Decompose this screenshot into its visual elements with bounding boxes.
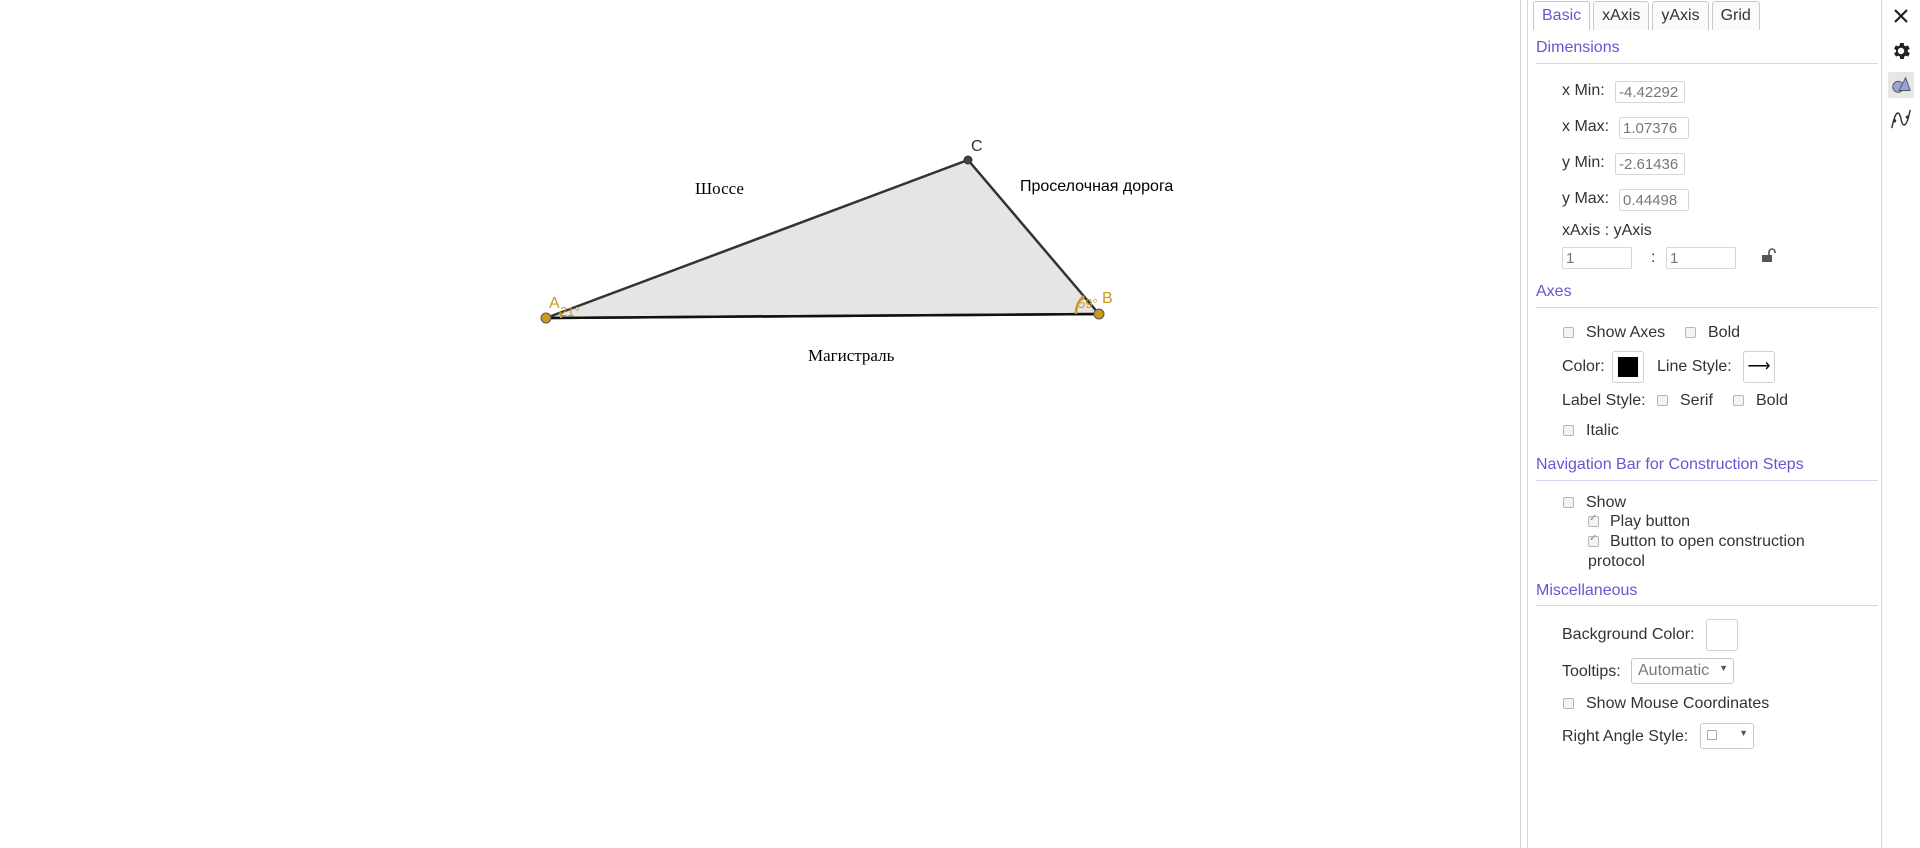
- tab-basic[interactable]: Basic: [1533, 1, 1591, 30]
- serif-checkbox[interactable]: [1657, 395, 1668, 406]
- section-misc-title: Miscellaneous: [1536, 582, 1638, 599]
- graphics-icon: [1892, 76, 1911, 93]
- close-icon: [1894, 9, 1908, 23]
- section-divider: [1536, 605, 1878, 606]
- close-button[interactable]: [1888, 3, 1914, 29]
- tooltips-dropdown[interactable]: Automatic ▼: [1631, 658, 1734, 684]
- geogebra-app: A B C 21° 59° Шоссе Проселочная дорога М…: [0, 0, 1920, 848]
- right-angle-value: □: [1707, 727, 1717, 744]
- italic-label: Italic: [1586, 422, 1619, 439]
- gear-icon: [1894, 43, 1910, 59]
- xmax-input[interactable]: [1619, 117, 1689, 139]
- settings-button[interactable]: [1888, 38, 1914, 64]
- angle-label-a: 21°: [560, 304, 580, 319]
- open-protocol-label-2: protocol: [1588, 553, 1645, 570]
- algebra-icon: [1891, 109, 1911, 129]
- text-main-road[interactable]: Магистраль: [808, 346, 895, 365]
- angle-label-b: 59°: [1078, 296, 1098, 311]
- tab-xaxis[interactable]: xAxis: [1593, 1, 1650, 30]
- ratio-y-input[interactable]: [1666, 247, 1736, 269]
- section-divider: [1536, 307, 1878, 308]
- tooltips-value: Automatic: [1638, 662, 1710, 679]
- point-c[interactable]: [963, 155, 973, 165]
- label-bold-checkbox[interactable]: [1733, 395, 1744, 406]
- mouse-coords-label: Show Mouse Coordinates: [1586, 695, 1770, 712]
- axis-ratio-label: xAxis : yAxis: [1562, 222, 1652, 239]
- line-style-label: Line Style:: [1657, 358, 1732, 375]
- axes-color-swatch[interactable]: [1612, 351, 1644, 383]
- show-axes-label: Show Axes: [1586, 324, 1666, 341]
- play-button-checkbox[interactable]: [1588, 513, 1599, 527]
- xmin-label: x Min:: [1562, 82, 1605, 99]
- section-divider: [1536, 63, 1878, 64]
- right-angle-dropdown[interactable]: □ ▼: [1700, 723, 1754, 749]
- dropdown-arrow-icon: ▼: [1739, 728, 1748, 738]
- triangle-polygon[interactable]: [545, 158, 1102, 320]
- ratio-separator: :: [1651, 249, 1656, 266]
- mouse-coords-checkbox[interactable]: [1563, 698, 1574, 709]
- ymax-input[interactable]: [1619, 189, 1689, 211]
- tooltips-label: Tooltips:: [1562, 663, 1621, 680]
- ratio-x-input[interactable]: [1562, 247, 1632, 269]
- axes-bold-label: Bold: [1708, 324, 1741, 341]
- navbar-show-label: Show: [1586, 494, 1627, 511]
- axes-color-label: Color:: [1562, 358, 1605, 375]
- ymin-input[interactable]: [1615, 153, 1685, 175]
- algebra-settings-button[interactable]: [1888, 106, 1914, 132]
- properties-tabs: Basic xAxis yAxis Grid: [1533, 1, 1763, 31]
- axes-color-fill: [1618, 357, 1638, 377]
- play-button-label: Play button: [1610, 513, 1691, 530]
- tab-yaxis[interactable]: yAxis: [1652, 1, 1709, 30]
- section-divider: [1536, 480, 1878, 481]
- point-label-c: C: [971, 138, 983, 155]
- serif-label: Serif: [1680, 392, 1713, 409]
- section-dimensions-title: Dimensions: [1536, 39, 1620, 56]
- panel-splitter[interactable]: [1520, 0, 1528, 848]
- point-a[interactable]: [540, 312, 552, 324]
- unlock-icon[interactable]: [1760, 247, 1776, 268]
- label-bold-label: Bold: [1756, 392, 1789, 409]
- axes-bold-checkbox[interactable]: [1685, 327, 1696, 338]
- label-style-label: Label Style:: [1562, 392, 1646, 409]
- right-angle-label: Right Angle Style:: [1562, 728, 1689, 745]
- xmax-label: x Max:: [1562, 118, 1610, 135]
- graphics-settings-button[interactable]: [1888, 72, 1914, 98]
- properties-sidebar: [1882, 0, 1920, 848]
- open-protocol-label: Button to open construction: [1610, 533, 1805, 550]
- bg-color-label: Background Color:: [1562, 626, 1695, 643]
- ymax-label: y Max:: [1562, 190, 1610, 207]
- point-label-a: A: [549, 295, 560, 312]
- graphics-view[interactable]: A B C 21° 59° Шоссе Проселочная дорога М…: [0, 0, 1520, 848]
- dropdown-arrow-icon: ▼: [1719, 663, 1728, 673]
- graphics-canvas[interactable]: A B C 21° 59° Шоссе Проселочная дорога М…: [0, 0, 1520, 848]
- point-label-b: B: [1102, 290, 1113, 307]
- text-highway[interactable]: Шоссе: [695, 179, 744, 198]
- italic-checkbox[interactable]: [1563, 425, 1574, 436]
- ymin-label: y Min:: [1562, 154, 1605, 171]
- bg-color-fill: [1712, 625, 1732, 645]
- tab-grid[interactable]: Grid: [1711, 1, 1760, 30]
- show-axes-checkbox[interactable]: [1563, 327, 1574, 338]
- line-style-button[interactable]: ⟶: [1743, 351, 1775, 383]
- xmin-input[interactable]: [1615, 81, 1685, 103]
- text-dirt-road[interactable]: Проселочная дорога: [1020, 178, 1173, 195]
- open-protocol-checkbox[interactable]: [1588, 533, 1599, 547]
- navbar-show-checkbox[interactable]: [1563, 497, 1574, 508]
- bg-color-swatch[interactable]: [1706, 619, 1738, 651]
- section-navbar-title: Navigation Bar for Construction Steps: [1536, 456, 1804, 473]
- section-axes-title: Axes: [1536, 283, 1572, 300]
- graphics-properties-panel: Basic xAxis yAxis Grid Dimensions x Min:…: [1528, 0, 1882, 848]
